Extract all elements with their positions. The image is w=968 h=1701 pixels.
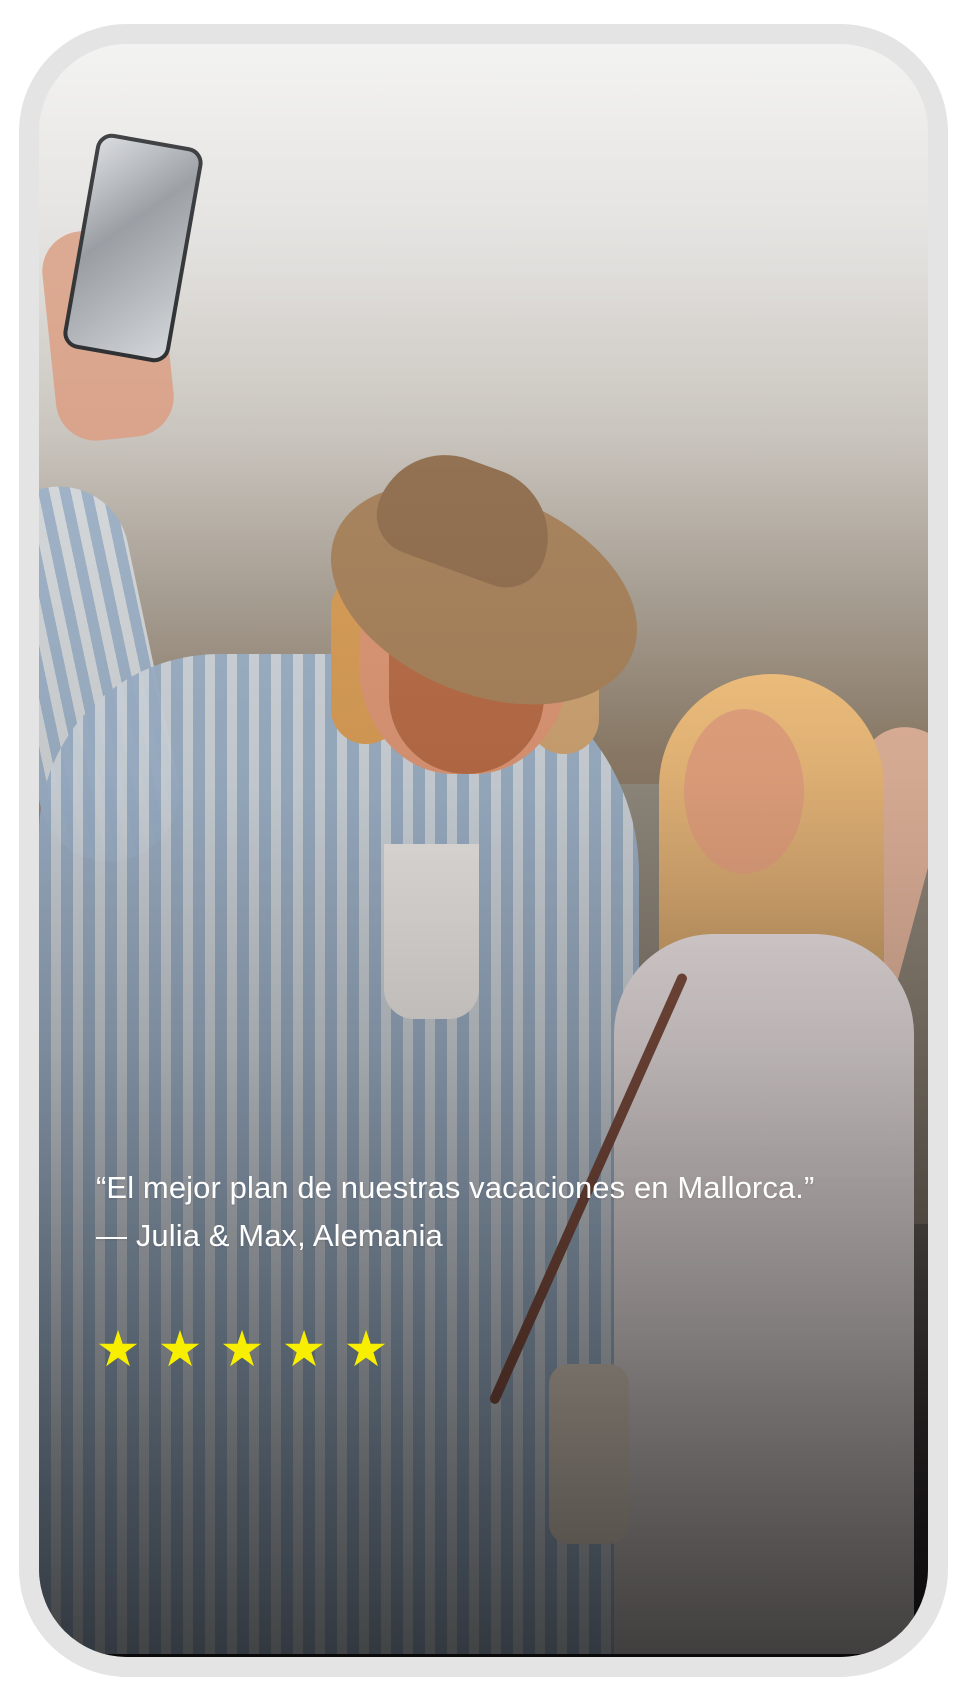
dark-gradient-overlay — [39, 44, 928, 1657]
star-icon: ★ — [95, 1320, 141, 1378]
phone-mockup-frame: “El mejor plan de nuestras vacaciones en… — [19, 24, 948, 1677]
testimonial-screen: “El mejor plan de nuestras vacaciones en… — [39, 44, 928, 1657]
testimonial-author: — Julia & Max, Alemania — [96, 1218, 443, 1253]
star-icon: ★ — [157, 1320, 203, 1378]
star-icon: ★ — [219, 1320, 265, 1378]
testimonial-quote: “El mejor plan de nuestras vacaciones en… — [96, 1170, 815, 1205]
star-icon: ★ — [281, 1320, 327, 1378]
testimonial-block: “El mejor plan de nuestras vacaciones en… — [96, 1164, 886, 1260]
star-icon: ★ — [343, 1320, 389, 1378]
star-rating: ★ ★ ★ ★ ★ — [95, 1324, 389, 1374]
